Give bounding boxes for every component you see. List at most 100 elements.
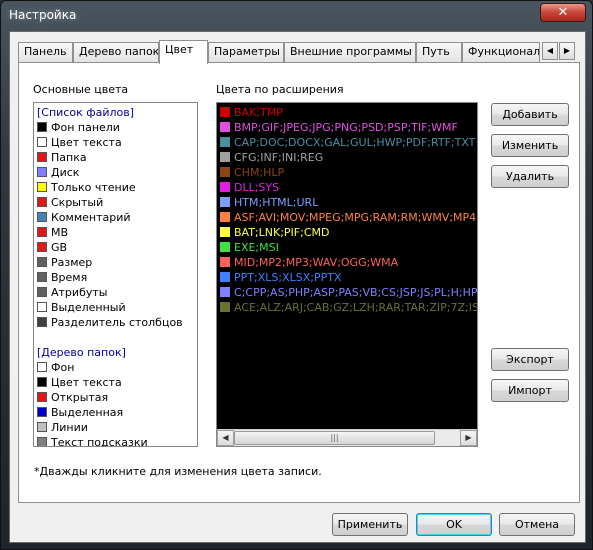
list-item[interactable]: Комментарий [37, 210, 131, 225]
ext-item-label: PPT;XLS;XLSX;PPTX [234, 271, 342, 284]
ext-list-item[interactable]: EXE;MSI [220, 240, 279, 255]
ext-list-item[interactable]: ASF;AVI;MOV;MPEG;MPG;RAM;RM;WMV;MP4 [220, 210, 476, 225]
list-item[interactable]: Фон панели [37, 120, 120, 135]
tab-folder-tree[interactable]: Дерево папок [73, 42, 159, 62]
color-swatch [220, 257, 230, 267]
scroll-right-icon[interactable]: ▶ [460, 430, 477, 446]
ext-list-item[interactable]: PPT;XLS;XLSX;PPTX [220, 270, 341, 285]
color-swatch [220, 212, 230, 222]
ok-button[interactable]: OK [416, 513, 492, 536]
color-swatch [37, 272, 47, 282]
tab-path[interactable]: Путь [416, 42, 462, 62]
color-swatch [37, 392, 47, 402]
tab-color[interactable]: Цвет [159, 40, 208, 64]
close-icon[interactable]: ✕ [540, 3, 586, 22]
color-swatch [220, 122, 230, 132]
list-item[interactable]: Открытая [37, 390, 108, 405]
settings-window: Настройка ✕ Панель Дерево папок Цвет Пар… [0, 0, 593, 550]
ext-list-item[interactable]: HTM;HTML;URL [220, 195, 318, 210]
list-item-label: Размер [51, 256, 93, 269]
list-item[interactable]: Фон [37, 360, 74, 375]
list-item-label: Скрытый [51, 196, 104, 209]
color-swatch [37, 422, 47, 432]
ext-item-label: BAK;TMP [234, 106, 283, 119]
color-swatch [37, 137, 47, 147]
list-item[interactable]: Размер [37, 255, 92, 270]
ext-list-item[interactable]: CFG;INF;INI;REG [220, 150, 323, 165]
ext-colors-label: Цвета по расширения [216, 83, 344, 96]
color-swatch [37, 317, 47, 327]
color-swatch [37, 227, 47, 237]
delete-button[interactable]: Удалить [491, 165, 569, 188]
ext-list-item[interactable]: C;CPP;AS;PHP;ASP;PAS;VB;CS;JSP;JS;PL;H;H… [220, 285, 478, 300]
list-item[interactable]: Цвет текста [37, 375, 122, 390]
list-item[interactable]: Разделитель столбцов [37, 315, 183, 330]
list-item[interactable]: Папка [37, 150, 87, 165]
ext-list-item[interactable]: MID;MP2;MP3;WAV;OGG;WMA [220, 255, 398, 270]
ext-list-item[interactable]: CHM;HLP [220, 165, 284, 180]
ext-item-label: C;CPP;AS;PHP;ASP;PAS;VB;CS;JSP;JS;PL;H;H… [234, 286, 478, 299]
list-item-label: GB [51, 241, 68, 254]
ext-item-label: CAP;DOC;DOCX;GAL;GUL;HWP;PDF;RTF;TXT [234, 136, 476, 149]
tab-functional[interactable]: Функционал [462, 42, 540, 62]
list-item[interactable]: Скрытый [37, 195, 103, 210]
ext-item-label: EXE;MSI [234, 241, 279, 254]
ext-list-item[interactable]: DLL;SYS [220, 180, 279, 195]
ext-list-item[interactable]: BAK;TMP [220, 105, 283, 120]
tab-external-programs[interactable]: Внешние программы [284, 42, 416, 62]
list-item[interactable]: Линии [37, 420, 88, 435]
list-group-header[interactable]: [Список файлов] [37, 105, 134, 120]
ext-list-item[interactable]: ACE;ALZ;ARJ;CAB;GZ;LZH;RAR;TAR;ZIP;7Z;IS… [220, 300, 478, 315]
cancel-button[interactable]: Отмена [499, 513, 575, 536]
tab-scroll-left-icon[interactable]: ◀ [542, 42, 558, 60]
list-item[interactable]: Цвет текста [37, 135, 122, 150]
color-tab-panel: Основные цвета Цвета по расширения [Спис… [18, 62, 580, 503]
tab-scroll-right-icon[interactable]: ▶ [559, 42, 575, 60]
color-swatch [220, 152, 230, 162]
list-group-header[interactable]: [Дерево папок] [37, 345, 126, 360]
export-button[interactable]: Экспорт [491, 348, 569, 371]
import-button[interactable]: Импорт [491, 379, 569, 402]
list-item-label: Фон панели [51, 121, 120, 134]
tab-parameters[interactable]: Параметры [208, 42, 284, 62]
list-item[interactable]: Диск [37, 165, 79, 180]
color-swatch [220, 272, 230, 282]
scroll-left-icon[interactable]: ◀ [217, 430, 234, 446]
list-item[interactable]: Выделенная [37, 405, 123, 420]
title-bar[interactable]: Настройка ✕ [1, 1, 593, 29]
scroll-thumb[interactable]: ||| [234, 431, 435, 445]
color-swatch [37, 257, 47, 267]
tab-panel[interactable]: Панель [18, 42, 73, 62]
list-item-label: Выделенный [51, 301, 126, 314]
color-swatch [37, 122, 47, 132]
color-swatch [37, 302, 47, 312]
color-swatch [220, 107, 230, 117]
apply-button[interactable]: Применить [332, 513, 408, 536]
list-item-label: Время [51, 271, 88, 284]
list-item[interactable]: GB [37, 240, 67, 255]
ext-list-item[interactable]: BAT;LNK;PIF;CMD [220, 225, 329, 240]
list-item[interactable]: Только чтение [37, 180, 136, 195]
list-item[interactable]: Атрибуты [37, 285, 107, 300]
ext-item-label: BAT;LNK;PIF;CMD [234, 226, 330, 239]
list-item-label: Диск [51, 166, 80, 179]
ext-list-item[interactable]: BMP;GIF;JPEG;JPG;PNG;PSD;PSP;TIF;WMF [220, 120, 458, 135]
add-button[interactable]: Добавить [491, 103, 569, 126]
ext-list-item[interactable]: CAP;DOC;DOCX;GAL;GUL;HWP;PDF;RTF;TXT [220, 135, 475, 150]
basic-colors-list[interactable]: [Список файлов] Фон панели Цвет текста Папк… [33, 102, 198, 447]
list-item-label: Комментарий [51, 211, 131, 224]
horizontal-scrollbar[interactable]: ◀ ||| ▶ [217, 429, 477, 446]
ext-item-label: ACE;ALZ;ARJ;CAB;GZ;LZH;RAR;TAR;ZIP;7Z;IS… [234, 301, 478, 314]
list-item[interactable]: Время [37, 270, 87, 285]
list-item-label: Открытая [51, 391, 109, 404]
list-item[interactable]: MB [37, 225, 68, 240]
list-item-label: [Список файлов] [37, 106, 135, 119]
list-item-label: Цвет текста [51, 136, 122, 149]
ext-item-label: HTM;HTML;URL [234, 196, 319, 209]
ext-item-label: CHM;HLP [234, 166, 285, 179]
list-item[interactable]: Текст подсказки [37, 435, 148, 447]
ext-colors-list[interactable]: ACE;ALZ;ARJ;CAB;GZ;LZH;RAR;TAR;ZIP;7Z;IS… [216, 102, 478, 447]
edit-button[interactable]: Изменить [491, 134, 569, 157]
list-item-label: Текст подсказки [51, 436, 148, 447]
list-item[interactable]: Выделенный [37, 300, 126, 315]
